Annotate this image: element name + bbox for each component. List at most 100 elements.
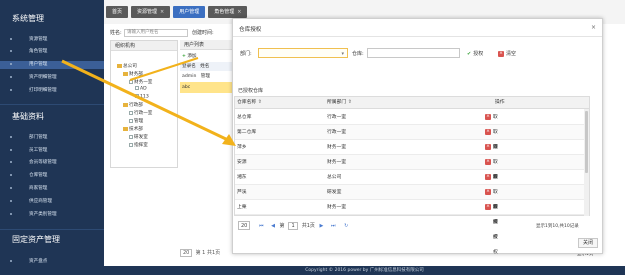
- table-row[interactable]: 第二仓库行政一室×取消授权: [235, 125, 589, 180]
- close-icon[interactable]: ×: [237, 9, 241, 15]
- table-row[interactable]: 上栗 财务一室 × 取消授权: [235, 200, 589, 255]
- tab-roles[interactable]: 角色管理 ×: [208, 6, 248, 18]
- page-total: 共1页: [206, 250, 221, 256]
- table-row[interactable]: abc: [180, 82, 232, 93]
- tab-home[interactable]: 首页: [106, 6, 129, 18]
- sidebar-item-asset-inventory[interactable]: 资产盘点: [10, 258, 104, 266]
- sidebar-item-member-levels[interactable]: 会员等级管理: [10, 159, 104, 167]
- bullet-icon: [10, 160, 12, 163]
- bullet-icon: [10, 62, 12, 65]
- folder-icon: [123, 71, 128, 76]
- revoke-button[interactable]: ×取消授权: [485, 140, 498, 195]
- tree-node[interactable]: 行政部: [123, 102, 143, 108]
- tree-node[interactable]: 指挥室: [129, 142, 148, 148]
- file-icon: [135, 94, 139, 98]
- file-icon: [129, 134, 133, 139]
- prev-page-icon[interactable]: ◀: [271, 223, 275, 229]
- user-table-header: 登录名 姓名: [180, 62, 232, 71]
- warehouse-label: 仓库:: [352, 51, 364, 57]
- revoke-button[interactable]: ×取消授权: [485, 200, 498, 255]
- tree-node[interactable]: AD: [135, 86, 147, 92]
- sidebar-item-roles[interactable]: 角色管理: [10, 48, 104, 56]
- bullet-icon: [10, 75, 12, 78]
- file-icon: [129, 110, 133, 115]
- tree-node[interactable]: 总公司: [117, 63, 137, 69]
- sidebar-section-title: 基础资料: [12, 112, 44, 121]
- user-list-header: 用户列表: [180, 40, 232, 50]
- tree-node[interactable]: 113: [135, 94, 149, 100]
- revoke-button[interactable]: ×取消授权: [485, 110, 498, 165]
- column-header-department[interactable]: 所属部门 ⇧: [327, 97, 352, 109]
- sidebar-item-users[interactable]: 用户管理: [0, 61, 104, 69]
- name-filter-input[interactable]: 请输入用户姓名: [124, 29, 188, 37]
- revoke-button[interactable]: ×取消授权: [485, 155, 498, 210]
- table-row[interactable]: 湘东总公司×取消授权: [235, 170, 589, 225]
- sidebar-divider: [0, 104, 104, 105]
- scrollbar-thumb[interactable]: [585, 111, 588, 173]
- first-page-icon[interactable]: ⏮: [259, 223, 264, 229]
- footer-copyright: Copyright © 2016 power by 广州标准信息科技有限公司: [104, 266, 625, 275]
- tab-resources[interactable]: 资源管理 ×: [131, 6, 171, 18]
- department-select[interactable]: ▾: [258, 48, 348, 58]
- page-size-select[interactable]: 20: [180, 249, 193, 257]
- page-total: 共1页: [301, 223, 315, 229]
- table-row[interactable]: 萍乡财务一室×取消授权: [235, 140, 589, 195]
- revoke-button[interactable]: ×取消授权: [485, 170, 498, 225]
- sidebar: 系统管理 资源管理 角色管理 用户管理 资产明细管理 打印明细管理 基础资料 部…: [0, 0, 104, 275]
- tree-node[interactable]: 技术部: [123, 126, 143, 132]
- tree-node[interactable]: 财务部: [123, 71, 143, 77]
- warehouse-input[interactable]: [367, 48, 460, 58]
- tree-node[interactable]: 研发室: [129, 134, 148, 140]
- clear-icon: ×: [498, 50, 504, 57]
- column-header-warehouse[interactable]: 仓库名称 ⇧: [237, 97, 262, 109]
- close-icon[interactable]: ×: [591, 24, 596, 31]
- sidebar-item-employees[interactable]: 员工管理: [10, 147, 104, 155]
- sidebar-item-warehouses[interactable]: 仓库管理: [10, 172, 104, 180]
- sidebar-item-departments[interactable]: 部门管理: [10, 134, 104, 142]
- sidebar-item-resources[interactable]: 资源管理: [10, 36, 104, 44]
- cancel-icon: ×: [485, 173, 491, 180]
- page-number-input[interactable]: 1: [288, 222, 299, 230]
- page-number[interactable]: 1: [202, 250, 205, 256]
- bullet-icon: [10, 148, 12, 151]
- pager-status: 显示1到10,共10记录: [536, 224, 579, 229]
- tree-node[interactable]: 财务一室: [129, 79, 152, 85]
- revoke-button[interactable]: ×取消授权: [485, 125, 498, 180]
- add-user-button[interactable]: + 添加: [180, 50, 232, 62]
- cancel-icon: ×: [485, 143, 491, 150]
- close-icon[interactable]: ×: [160, 9, 164, 15]
- table-row[interactable]: 安源财务一室×取消授权: [235, 155, 589, 210]
- sidebar-item-merchants[interactable]: 商家管理: [10, 185, 104, 193]
- next-page-icon[interactable]: ▶: [320, 223, 324, 229]
- sidebar-item-asset-details[interactable]: 资产明细管理: [10, 74, 104, 82]
- last-page-icon[interactable]: ⏭: [331, 223, 336, 229]
- cancel-icon: ×: [485, 203, 491, 210]
- bg-pagination: 20 第 1 共1页: [180, 249, 220, 257]
- tree-node[interactable]: 行政一室: [129, 110, 152, 116]
- sidebar-item-print-details[interactable]: 打印明细管理: [10, 87, 104, 95]
- user-list-panel: 用户列表 + 添加 登录名 姓名 admin 管理 abc: [180, 40, 232, 168]
- page-size-select[interactable]: 20: [238, 221, 251, 230]
- tab-users[interactable]: 用户管理: [173, 6, 206, 18]
- folder-icon: [123, 102, 128, 107]
- table-row[interactable]: 芦溪 研发室 × 取消授权: [235, 185, 589, 240]
- sidebar-item-suppliers[interactable]: 供应商管理: [10, 198, 104, 206]
- chevron-down-icon: ▾: [341, 51, 344, 57]
- grant-button[interactable]: ✔ 授权: [467, 49, 483, 59]
- table-row[interactable]: admin 管理: [180, 71, 232, 82]
- close-dialog-button[interactable]: 关闭: [578, 238, 598, 248]
- revoke-button[interactable]: ×取消授权: [485, 185, 498, 240]
- sidebar-item-asset-categories[interactable]: 资产类别管理: [10, 211, 104, 219]
- sidebar-divider: [0, 229, 104, 230]
- plus-icon: +: [182, 54, 186, 59]
- refresh-icon[interactable]: ↻: [344, 223, 348, 229]
- org-tree-panel: 组织机构 总公司 财务部 财务一室 AD 113 行政部 行政一室 管理 技术部…: [110, 40, 178, 168]
- clear-button[interactable]: × 清空: [498, 49, 516, 59]
- tree-node[interactable]: 管理: [129, 118, 143, 124]
- table-row[interactable]: 总仓库行政一室×取消授权: [235, 110, 589, 165]
- cancel-icon: ×: [485, 188, 491, 195]
- page-label: 第: [195, 250, 201, 256]
- table-scrollbar[interactable]: [584, 109, 589, 216]
- table-header: 仓库名称 ⇧ 所属部门 ⇧ 操作: [235, 97, 589, 109]
- bullet-icon: [10, 186, 12, 189]
